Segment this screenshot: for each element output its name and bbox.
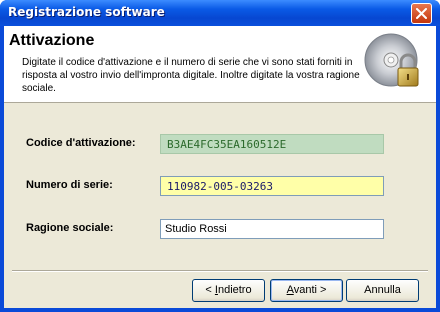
back-button[interactable]: < Indietro [192,279,265,302]
serial-number-field: 110982-005-03263 [160,176,384,196]
registration-window: Registrazione software Attivazione Digit… [0,0,440,312]
next-button[interactable]: Avanti > [270,279,343,302]
close-icon [416,8,427,19]
page-description: Digitate il codice d'attivazione e il nu… [22,57,360,94]
activation-code-label: Codice d'attivazione: [26,137,136,149]
close-button[interactable] [411,3,432,24]
company-name-label: Ragione sociale: [26,222,114,234]
company-name-input[interactable]: Studio Rossi [160,219,384,239]
activation-code-field: B3AE4FC35EA160512E [160,134,384,154]
wizard-header: Attivazione Digitate il codice d'attivaz… [4,26,436,103]
cd-lock-icon [364,33,419,87]
page-title: Attivazione [9,32,95,49]
wizard-client-area: Attivazione Digitate il codice d'attivaz… [4,26,436,308]
window-title: Registrazione software [8,5,165,19]
cancel-button[interactable]: Annulla [346,279,419,302]
serial-number-label: Numero di serie: [26,179,113,191]
title-bar[interactable]: Registrazione software [0,0,440,26]
button-divider [12,270,428,272]
